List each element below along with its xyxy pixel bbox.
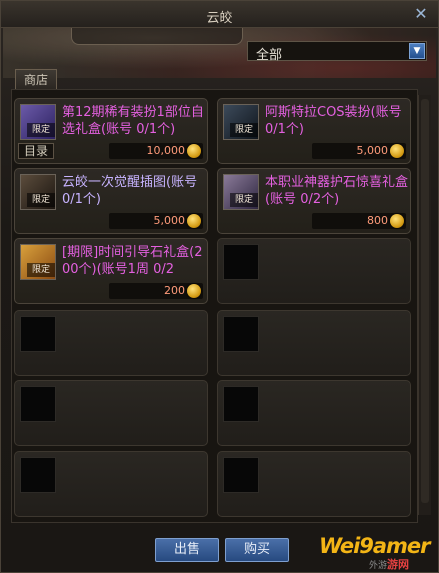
shop-window: 云皎 ✕ 全部 ▼ 商店 限定 第12期稀有装扮1部位自选礼盒(账号 0/1个)… xyxy=(0,0,439,573)
artifact-stone-box-icon: 限定 xyxy=(223,174,259,210)
price-bar: 10,000 xyxy=(109,143,203,159)
empty-slot xyxy=(217,451,411,517)
shop-item[interactable]: 限定 第12期稀有装扮1部位自选礼盒(账号 0/1个) 目录 10,000 xyxy=(14,98,208,164)
empty-slot-icon xyxy=(20,316,56,352)
gold-coin-icon xyxy=(187,214,201,228)
catalog-button[interactable]: 目录 xyxy=(18,143,54,159)
item-name: [期限]时间引导石礼盒(200个)(账号1周 0/2 xyxy=(62,245,203,277)
item-price: 200 xyxy=(164,284,185,297)
category-selected: 全部 xyxy=(256,48,283,63)
close-icon[interactable]: ✕ xyxy=(412,5,430,23)
item-price: 800 xyxy=(367,214,388,227)
watermark-sub: 外游 xyxy=(369,561,388,571)
limited-badge: 限定 xyxy=(230,193,258,207)
window-title: 云皎 xyxy=(206,11,233,26)
shop-item[interactable]: 限定 [期限]时间引导石礼盒(200个)(账号1周 0/2 200 xyxy=(14,238,208,304)
empty-slot xyxy=(217,310,411,376)
shop-item[interactable]: 限定 本职业神器护石惊喜礼盒(账号 0/2个) 800 xyxy=(217,168,411,234)
sword-costume-icon: 限定 xyxy=(223,104,259,140)
item-name: 第12期稀有装扮1部位自选礼盒(账号 0/1个) xyxy=(62,105,204,137)
empty-slot-icon xyxy=(223,244,259,280)
item-price: 10,000 xyxy=(146,144,186,157)
category-dropdown[interactable]: 全部 ▼ xyxy=(247,41,427,63)
purple-gift-box-icon: 限定 xyxy=(20,104,56,140)
scrollbar-thumb[interactable] xyxy=(421,99,429,503)
item-name: 阿斯特拉COS装扮(账号 0/1个) xyxy=(265,105,402,137)
item-name: 本职业神器护石惊喜礼盒(账号 0/2个) xyxy=(265,175,409,207)
empty-slot xyxy=(14,451,208,517)
gold-coin-icon xyxy=(187,144,201,158)
price-bar: 200 xyxy=(109,283,203,299)
watermark-brand: Wei9amer xyxy=(319,534,431,558)
empty-slot-icon xyxy=(20,386,56,422)
golden-gift-box-icon: 限定 xyxy=(20,244,56,280)
watermark-site: 游网 xyxy=(387,558,409,571)
price-bar: 800 xyxy=(312,213,406,229)
price-bar: 5,000 xyxy=(109,213,203,229)
gold-coin-icon xyxy=(390,214,404,228)
price-bar: 5,000 xyxy=(312,143,406,159)
empty-slot xyxy=(14,310,208,376)
title-bar: 云皎 ✕ xyxy=(1,1,438,28)
sell-button[interactable]: 出售 xyxy=(155,538,219,562)
empty-slot xyxy=(14,380,208,446)
empty-slot-icon xyxy=(223,386,259,422)
limited-badge: 限定 xyxy=(230,123,258,137)
gold-coin-icon xyxy=(187,284,201,298)
empty-slot-icon xyxy=(223,457,259,493)
empty-slot-icon xyxy=(223,316,259,352)
watermark-logo: Wei9amer 外游 游网 xyxy=(319,534,437,571)
limited-badge: 限定 xyxy=(27,263,55,277)
shop-item[interactable]: 限定 阿斯特拉COS装扮(账号 0/1个) 5,000 xyxy=(217,98,411,164)
awakening-illustration-icon: 限定 xyxy=(20,174,56,210)
chevron-down-icon[interactable]: ▼ xyxy=(409,43,425,59)
limited-badge: 限定 xyxy=(27,123,55,137)
gold-coin-icon xyxy=(390,144,404,158)
shop-item[interactable]: 限定 云皎一次觉醒插图(账号 0/1个) 5,000 xyxy=(14,168,208,234)
item-price: 5,000 xyxy=(356,144,389,157)
buy-button[interactable]: 购买 xyxy=(225,538,289,562)
header-decoration xyxy=(71,28,243,45)
empty-slot-icon xyxy=(20,457,56,493)
tab-shop[interactable]: 商店 xyxy=(15,69,57,90)
empty-slot xyxy=(217,238,411,304)
scrollbar[interactable] xyxy=(418,95,431,515)
item-name: 云皎一次觉醒插图(账号 0/1个) xyxy=(62,175,198,207)
item-price: 5,000 xyxy=(153,214,186,227)
limited-badge: 限定 xyxy=(27,193,55,207)
empty-slot xyxy=(217,380,411,446)
